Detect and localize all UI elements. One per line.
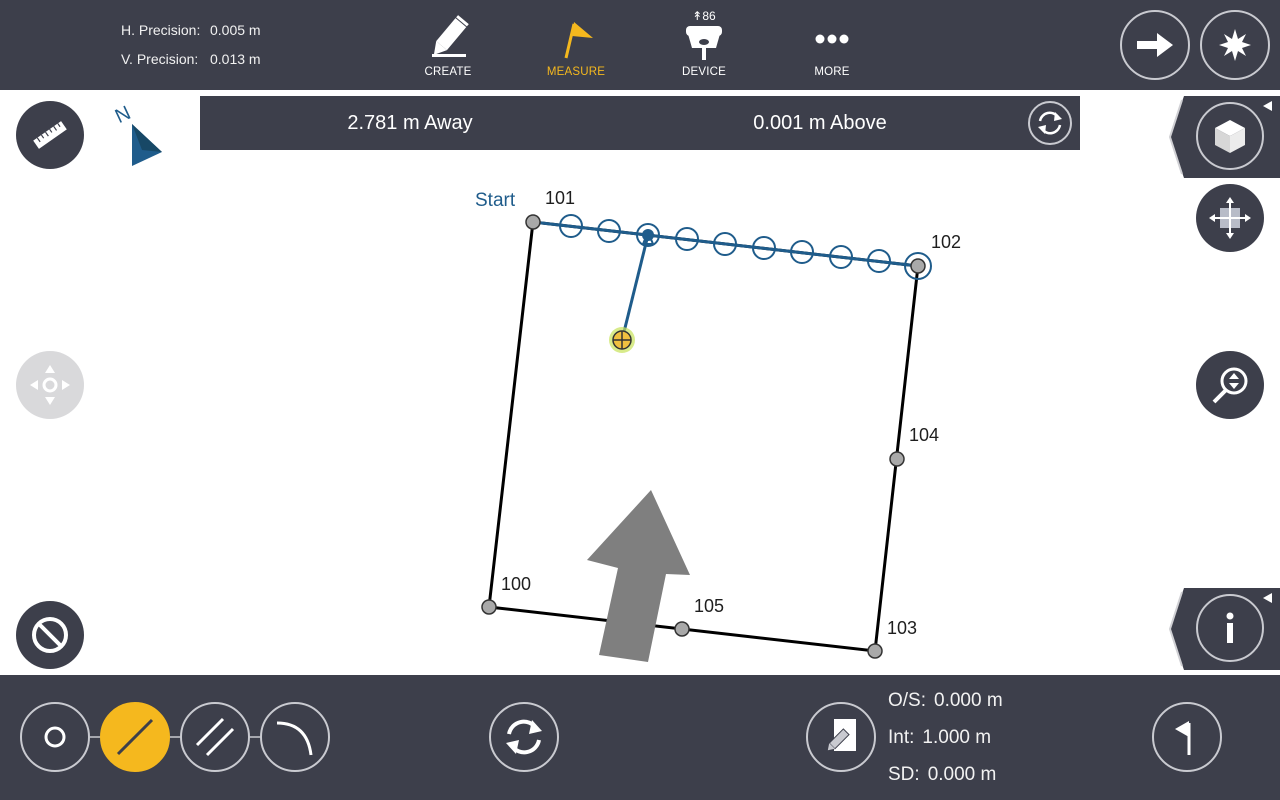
offset-number: 0.000 m	[934, 690, 1003, 711]
turn-left-icon	[1175, 721, 1191, 755]
interval-label: Int:	[888, 727, 915, 748]
more-icon	[815, 34, 849, 44]
stake-point-button[interactable]	[20, 702, 90, 772]
point-104[interactable]	[889, 451, 905, 467]
swap-direction-button[interactable]	[1028, 101, 1072, 145]
satellite-count-value: 86	[702, 9, 716, 23]
point-label-101: 101	[545, 188, 576, 208]
h-precision-value: 0.005 m	[210, 22, 261, 38]
station-distance-value: SD: 0.000 m	[888, 764, 996, 786]
point-label-100: 100	[501, 574, 532, 594]
pencil-icon	[432, 15, 469, 57]
back-button[interactable]	[1152, 702, 1222, 772]
top-toolbar: H. Precision: 0.005 m V. Precision: 0.013 …	[0, 0, 1280, 90]
pan-icon	[30, 365, 70, 405]
edit-stakeout-button[interactable]	[806, 702, 876, 772]
pan-button[interactable]	[16, 351, 84, 419]
point-102[interactable]	[910, 258, 926, 274]
stake-line	[532, 220, 919, 268]
point-label-103: 103	[887, 618, 918, 638]
stake-offset-line-button[interactable]	[180, 702, 250, 772]
v-precision-value: 0.013 m	[210, 51, 261, 67]
zoom-button[interactable]	[1196, 351, 1264, 419]
stake-arc-button[interactable]	[260, 702, 330, 772]
tab-more[interactable]: MORE	[792, 8, 872, 84]
refresh-icon	[506, 719, 542, 755]
distance-above: 0.001 m Above	[753, 112, 887, 134]
arc-icon	[276, 721, 313, 756]
stake-line-button[interactable]	[100, 702, 170, 772]
starburst-button[interactable]	[1200, 10, 1270, 80]
zoom-icon	[1212, 367, 1248, 404]
station-distance-number: 0.000 m	[927, 764, 997, 785]
direction-arrow-icon	[587, 490, 690, 662]
tab-measure-label: MEASURE	[546, 66, 606, 78]
move-icon	[1209, 197, 1251, 239]
starburst-icon	[1219, 29, 1251, 61]
point-icon	[44, 726, 66, 748]
tab-device[interactable]: ↟86 DEVICE	[664, 8, 744, 84]
offset-label: O/S:	[888, 690, 927, 711]
point-105[interactable]	[674, 621, 690, 637]
interval-value: Int: 1.000 m	[888, 727, 991, 749]
next-button[interactable]	[1120, 10, 1190, 80]
tab-create-label: CREATE	[424, 66, 472, 78]
offset-line	[620, 234, 650, 341]
arrow-right-icon	[1137, 33, 1173, 57]
h-precision-label: H. Precision:	[121, 22, 201, 38]
flag-icon	[564, 22, 593, 59]
view-panel-tab[interactable]	[1164, 96, 1280, 178]
tab-device-label: DEVICE	[681, 66, 727, 78]
h-precision: H. Precision: 0.005 m	[121, 22, 261, 38]
start-label: Start	[475, 190, 516, 211]
bottom-toolbar: O/S: 0.000 m Int: 1.000 m SD: 0.000 m	[0, 675, 1280, 800]
tab-more-label: MORE	[814, 66, 850, 78]
edit-document-icon	[827, 719, 856, 751]
boundary-line	[487, 220, 920, 653]
interval-number: 1.000 m	[922, 727, 992, 748]
ruler-icon	[33, 121, 67, 149]
offset-value: O/S: 0.000 m	[888, 690, 1003, 712]
point-label-104: 104	[909, 425, 940, 445]
station-distance-label: SD:	[888, 764, 920, 785]
offset-line-icon	[195, 717, 235, 757]
v-precision-label: V. Precision:	[121, 51, 199, 67]
satellite-count: ↟86	[692, 9, 716, 23]
point-101[interactable]	[525, 214, 541, 230]
v-precision: V. Precision: 0.013 m	[121, 51, 261, 67]
point-103[interactable]	[867, 643, 883, 659]
3d-view-button[interactable]	[1196, 102, 1264, 170]
tab-create[interactable]: CREATE	[408, 8, 488, 84]
navigation-info-bar: 2.781 m Away 0.001 m Above	[200, 96, 1080, 150]
refresh-icon	[1038, 111, 1062, 135]
point-100[interactable]	[481, 599, 497, 615]
cancel-button[interactable]	[16, 601, 84, 669]
line-icon	[116, 718, 154, 756]
info-panel-tab[interactable]	[1164, 588, 1280, 670]
cancel-icon	[32, 617, 68, 653]
move-button[interactable]	[1196, 184, 1264, 252]
current-position-icon	[609, 327, 635, 353]
north-indicator: N	[112, 102, 168, 170]
tab-measure[interactable]: MEASURE	[536, 8, 616, 84]
point-label-105: 105	[694, 596, 725, 616]
info-button[interactable]	[1196, 594, 1264, 662]
cube-icon	[1215, 120, 1245, 153]
point-label-102: 102	[931, 232, 962, 252]
map-canvas[interactable]	[0, 90, 1280, 675]
reverse-direction-button[interactable]	[489, 702, 559, 772]
distance-away: 2.781 m Away	[347, 112, 473, 134]
info-icon	[1226, 612, 1234, 643]
survey-points	[481, 214, 926, 659]
measure-tool-button[interactable]	[16, 101, 84, 169]
